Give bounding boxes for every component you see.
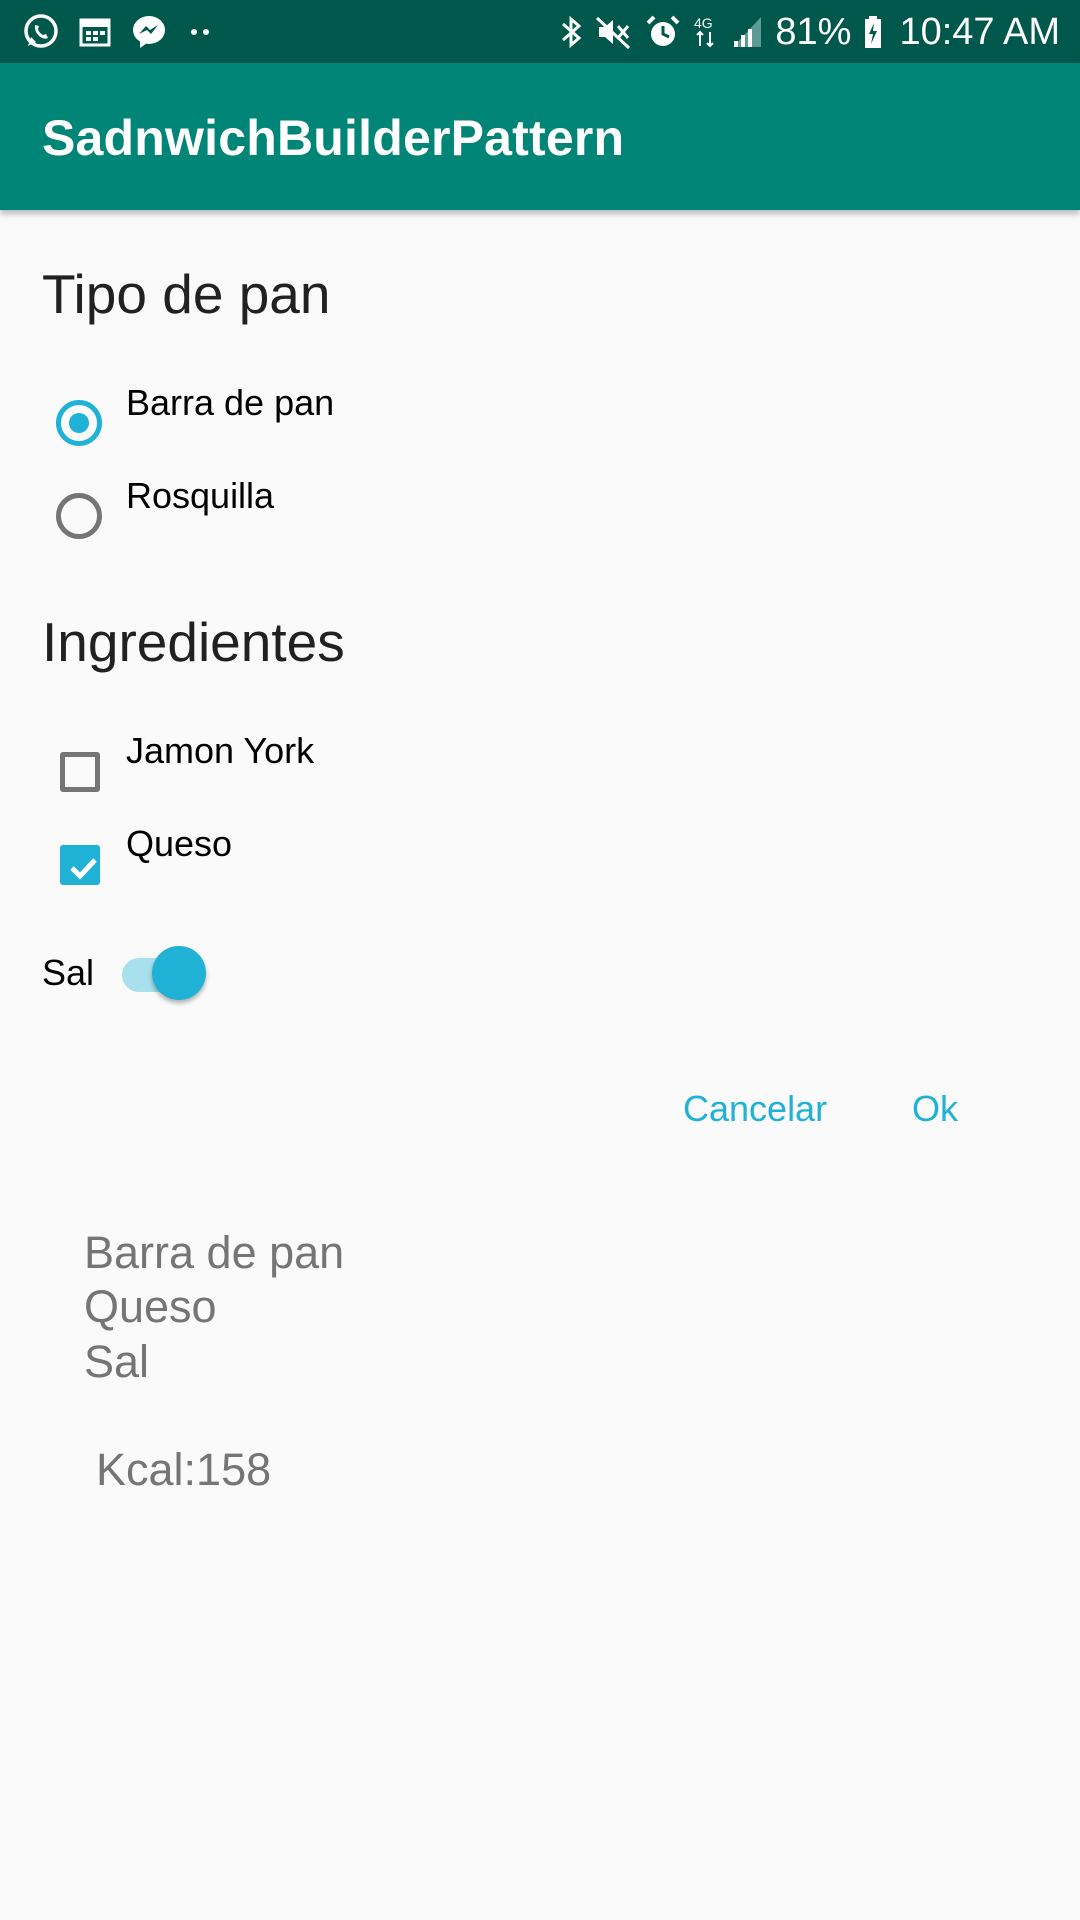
clock: 10:47 AM bbox=[899, 10, 1060, 53]
signal-icon bbox=[731, 15, 763, 49]
summary-bread: Barra de pan bbox=[84, 1227, 345, 1278]
kcal-total: Kcal:158 bbox=[96, 1444, 272, 1495]
radio-button-selected[interactable] bbox=[56, 400, 102, 446]
more-dots-icon bbox=[186, 22, 216, 42]
radio-button[interactable] bbox=[56, 493, 102, 539]
mute-icon bbox=[595, 14, 633, 50]
bluetooth-icon bbox=[559, 14, 583, 50]
bread-type-heading: Tipo de pan bbox=[42, 263, 331, 325]
status-bar: 4G 81% 10:47 AM bbox=[0, 0, 1080, 63]
checkbox-label: Jamon York bbox=[126, 730, 315, 771]
app-title: SadnwichBuilderPattern bbox=[42, 110, 625, 166]
radio-label: Rosquilla bbox=[126, 475, 275, 516]
network-4g-icon: 4G bbox=[693, 14, 719, 50]
checkbox[interactable] bbox=[60, 752, 100, 792]
check-icon bbox=[70, 858, 97, 880]
app-bar: SadnwichBuilderPattern bbox=[0, 63, 1080, 210]
salt-switch-label: Sal bbox=[42, 952, 95, 993]
checkbox-checked[interactable] bbox=[60, 845, 100, 885]
battery-charging-icon bbox=[863, 14, 883, 50]
salt-switch[interactable] bbox=[122, 946, 208, 1002]
battery-percent: 81% bbox=[775, 10, 852, 53]
status-bar-notifications bbox=[22, 12, 216, 52]
summary-salt: Sal bbox=[84, 1336, 150, 1387]
cancel-button[interactable]: Cancelar bbox=[683, 1088, 827, 1130]
status-bar-system: 4G 81% 10:47 AM bbox=[559, 10, 1060, 54]
ingredients-heading: Ingredientes bbox=[42, 611, 345, 673]
summary-ingredient: Queso bbox=[84, 1281, 217, 1332]
messenger-icon bbox=[130, 13, 168, 51]
checkbox-label: Queso bbox=[126, 823, 233, 864]
radio-label: Barra de pan bbox=[126, 382, 335, 423]
whatsapp-icon bbox=[22, 13, 60, 51]
calendar-icon bbox=[78, 15, 112, 49]
switch-thumb[interactable] bbox=[152, 946, 206, 1000]
svg-text:4G: 4G bbox=[694, 15, 713, 31]
ok-button[interactable]: Ok bbox=[912, 1088, 958, 1130]
alarm-icon bbox=[645, 14, 681, 50]
